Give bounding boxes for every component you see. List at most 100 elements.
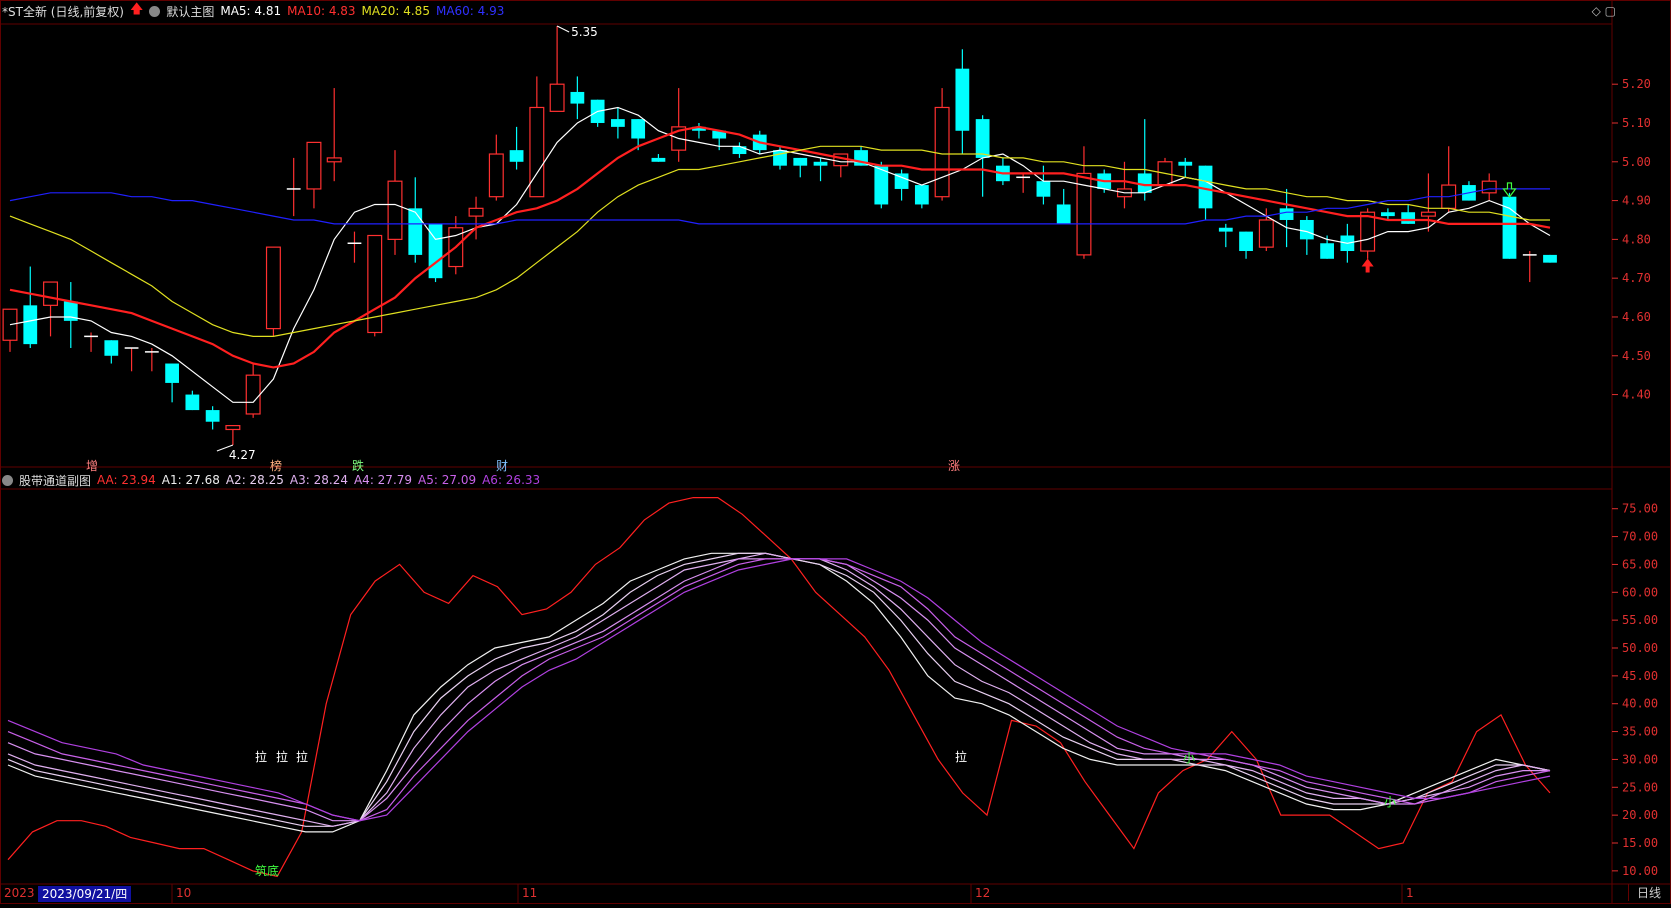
candle-25 — [509, 126, 524, 170]
candle-body-19 — [387, 180, 403, 240]
candle-body-69 — [1401, 212, 1416, 224]
high-pointer — [556, 25, 570, 33]
candle-18 — [367, 234, 383, 337]
candle-12 — [245, 363, 261, 418]
candle-body-63 — [1279, 208, 1294, 220]
signal-die: 跌 — [352, 459, 365, 473]
candle-61 — [1239, 231, 1253, 259]
price-tick-label-3: 4.90 — [1622, 194, 1651, 208]
price-tick-label-5: 4.70 — [1622, 271, 1651, 285]
ma10-value: MA10: 4.83 — [287, 4, 356, 18]
candle-9 — [185, 390, 200, 411]
candle-72 — [1462, 181, 1476, 201]
candle-7 — [144, 348, 159, 372]
main-chart-name[interactable]: 默认主图 — [166, 3, 214, 20]
candle-body-61 — [1239, 231, 1253, 252]
period-button[interactable]: 日线 — [1627, 884, 1661, 901]
price-tick-label-6: 4.60 — [1622, 310, 1651, 324]
candle-body-0 — [2, 308, 18, 341]
candle-75 — [1522, 251, 1537, 283]
candle-51 — [1036, 165, 1051, 205]
window-controls[interactable]: ◇ ▢ — [1592, 4, 1616, 18]
candle-body-12 — [245, 374, 261, 415]
candle-body-52 — [1056, 204, 1071, 224]
sub-tick-label-7: 40.00 — [1622, 697, 1658, 711]
sub-tick-label-4: 55.00 — [1622, 613, 1658, 627]
month-label-10: 10 — [176, 886, 192, 900]
chart-stage[interactable]: 5.20 5.10 5.00 4.90 4.80 4.70 4.60 4.50 4.40 5.35… — [0, 0, 1671, 904]
signal-xiao-1: 小 — [1183, 751, 1196, 765]
signal-la-4: 拉 — [955, 750, 968, 764]
signal-cai: 财 — [496, 459, 509, 473]
candle-15 — [306, 141, 322, 209]
candle-body-62 — [1258, 219, 1274, 248]
candle-45 — [914, 185, 929, 209]
high-label: 5.35 — [571, 25, 598, 39]
price-tick-label-7: 4.50 — [1622, 349, 1651, 363]
candle-52 — [1056, 188, 1071, 224]
chart-canvas[interactable]: 5.20 5.10 5.00 4.90 4.80 4.70 4.60 4.50 4.40 5.35… — [0, 0, 1671, 904]
signal-la-3: 拉 — [296, 750, 309, 764]
sub-tick-label-13: 10.00 — [1622, 864, 1658, 878]
candle-body-47 — [955, 68, 970, 131]
sub-tick-label-6: 45.00 — [1622, 669, 1658, 683]
candle-body-5 — [104, 340, 119, 356]
candle-73 — [1481, 173, 1497, 201]
candle-body-8 — [165, 363, 179, 383]
candle-47 — [955, 49, 970, 155]
candle-19 — [387, 150, 403, 255]
stock-title[interactable]: *ST全新 (日线,前复权) — [2, 3, 124, 20]
candle-53 — [1076, 146, 1092, 259]
candle-body-1 — [23, 305, 38, 345]
month-label-11: 11 — [522, 886, 538, 900]
ma20-value: MA20: 4.85 — [361, 4, 430, 18]
cursor-date: 2023/09/21/四 — [38, 886, 132, 902]
sub-line-a6 — [7, 558, 1551, 822]
candle-74 — [1502, 192, 1517, 259]
candle-27 — [549, 26, 565, 112]
candle-body-76 — [1543, 254, 1557, 263]
sub-tick-label-0: 75.00 — [1622, 502, 1658, 516]
candle-body-68 — [1381, 212, 1395, 217]
candle-body-9 — [185, 394, 200, 411]
candle-body-70 — [1420, 211, 1436, 217]
candle-body-23 — [468, 207, 484, 217]
ma-line-ma20 — [9, 145, 1550, 337]
candle-body-48 — [975, 119, 990, 158]
candle-32 — [651, 154, 666, 162]
sub-tick-label-9: 30.00 — [1622, 752, 1658, 766]
signal-xiao-2: 小 — [1384, 795, 1397, 809]
candle-40 — [813, 157, 828, 182]
candle-5 — [104, 340, 119, 364]
settings-dot-icon[interactable] — [149, 5, 161, 17]
candle-body-26 — [529, 106, 545, 198]
sub-line-a4 — [7, 558, 1550, 822]
ma-line-ma60 — [9, 188, 1550, 225]
candles-group — [2, 26, 1557, 445]
candle-body-32 — [651, 157, 666, 162]
signal-bottom: 筑底 — [255, 864, 280, 878]
candle-39 — [793, 157, 808, 178]
low-label: 4.27 — [229, 448, 256, 462]
candle-body-73 — [1481, 180, 1497, 194]
candle-8 — [165, 363, 179, 403]
candle-body-60 — [1218, 227, 1233, 232]
signal-zhang: 涨 — [948, 459, 961, 473]
sub-settings-dot-icon[interactable] — [2, 474, 13, 486]
candle-1 — [23, 266, 38, 349]
candle-59 — [1198, 165, 1213, 220]
candle-body-11 — [225, 425, 241, 431]
a6-value: A6: 26.33 — [482, 473, 541, 487]
sub-tick-label-3: 60.00 — [1622, 585, 1658, 599]
sub-chart-name[interactable]: 股带通道副图 — [19, 472, 91, 489]
candle-50 — [1016, 173, 1031, 193]
candle-14 — [286, 157, 301, 217]
candle-13 — [265, 246, 281, 337]
signal-bang: 榜 — [270, 459, 283, 473]
main-chart-header: *ST全新 (日线,前复权) 🡅 默认主图 MA5: 4.81 MA10: 4.… — [0, 0, 504, 22]
candle-64 — [1299, 216, 1314, 255]
candle-34 — [692, 122, 706, 139]
price-tick-label-2: 5.00 — [1622, 155, 1651, 169]
month-label-12: 12 — [975, 886, 991, 900]
candle-body-45 — [914, 185, 929, 205]
